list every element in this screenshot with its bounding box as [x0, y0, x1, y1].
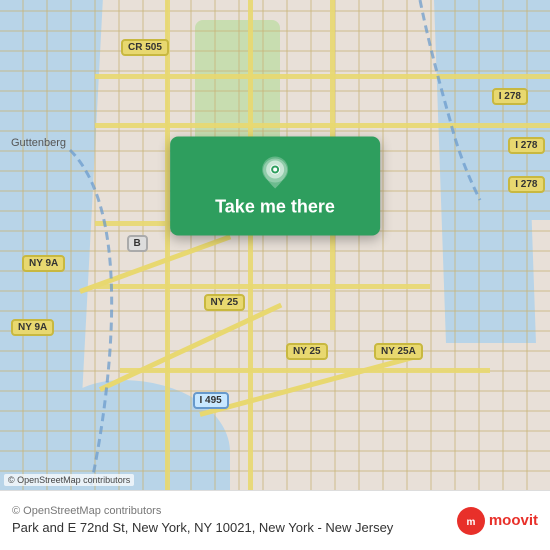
map-container: CR 505 NY 9A NY 9A I 278 I 278 I 278 B N…: [0, 0, 550, 490]
badge-i495: I 495: [193, 392, 229, 409]
badge-ny25-2: NY 25: [286, 343, 328, 360]
badge-i278-1: I 278: [492, 88, 528, 105]
osm-attribution-map: © OpenStreetMap contributors: [4, 474, 134, 486]
osm-text: © OpenStreetMap contributors: [12, 504, 447, 519]
badge-ny25a: NY 25A: [374, 343, 423, 360]
major-road-h5: [120, 368, 490, 373]
guttenberg-label: Guttenberg: [11, 137, 66, 149]
major-road-h4: [95, 284, 430, 289]
moovit-text: moovit: [489, 512, 538, 529]
major-road-h1: [95, 74, 550, 79]
cta-label: Take me there: [215, 197, 335, 218]
badge-ny9a-1: NY 9A: [22, 255, 65, 272]
attribution-bar: © OpenStreetMap contributors Park and E …: [0, 490, 550, 550]
badge-i278-2: I 278: [508, 137, 544, 154]
major-road-h2: [95, 123, 550, 128]
moovit-icon-svg: m: [462, 512, 480, 530]
location-description: Park and E 72nd St, New York, NY 10021, …: [12, 519, 447, 537]
badge-ny9a-2: NY 9A: [11, 319, 54, 336]
cta-container: Take me there: [170, 137, 380, 236]
attribution-text: © OpenStreetMap contributors Park and E …: [12, 504, 447, 538]
svg-text:m: m: [466, 517, 475, 528]
location-pin-icon: [257, 155, 293, 191]
badge-b: B: [127, 235, 148, 252]
moovit-icon: m: [457, 507, 485, 535]
major-road-v2: [248, 0, 253, 490]
major-road-v1: [165, 0, 170, 490]
badge-i278-3: I 278: [508, 176, 544, 193]
moovit-logo: m moovit: [457, 507, 538, 535]
take-me-there-button[interactable]: Take me there: [170, 137, 380, 236]
badge-cr505: CR 505: [121, 39, 169, 56]
badge-ny25-1: NY 25: [204, 294, 246, 311]
